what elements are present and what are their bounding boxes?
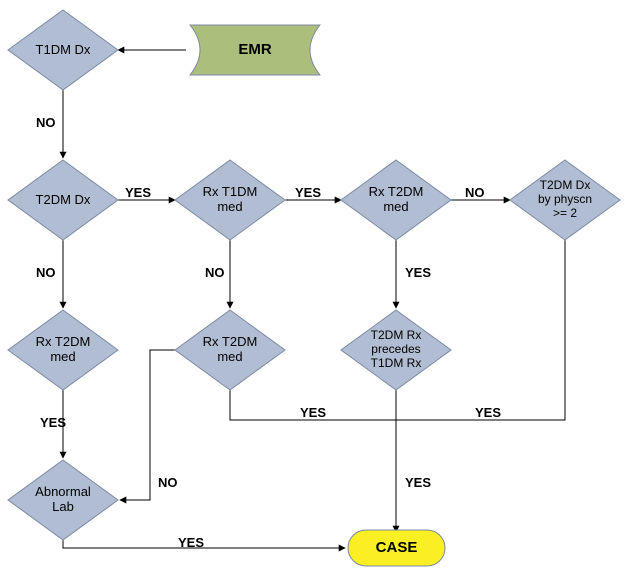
edge-abnormal-yes xyxy=(63,540,345,548)
node-t1dm-dx xyxy=(8,10,118,90)
flowchart-canvas xyxy=(0,0,640,581)
node-case xyxy=(348,530,445,566)
node-rx-t2dm-med-c xyxy=(8,310,118,390)
edge-rxt2b-yes xyxy=(230,390,396,420)
node-abnormal-lab xyxy=(8,460,118,540)
node-emr xyxy=(190,25,320,75)
node-t2dm-dx xyxy=(8,160,118,240)
node-t2dm-dx-physcn xyxy=(510,160,620,240)
edge-rxt2b-no xyxy=(120,350,175,500)
node-rx-t1dm-med xyxy=(175,160,285,240)
node-rx-t2dm-med-b xyxy=(175,310,285,390)
node-t2dm-rx-precedes xyxy=(341,310,451,390)
node-rx-t2dm-med-a xyxy=(341,160,451,240)
